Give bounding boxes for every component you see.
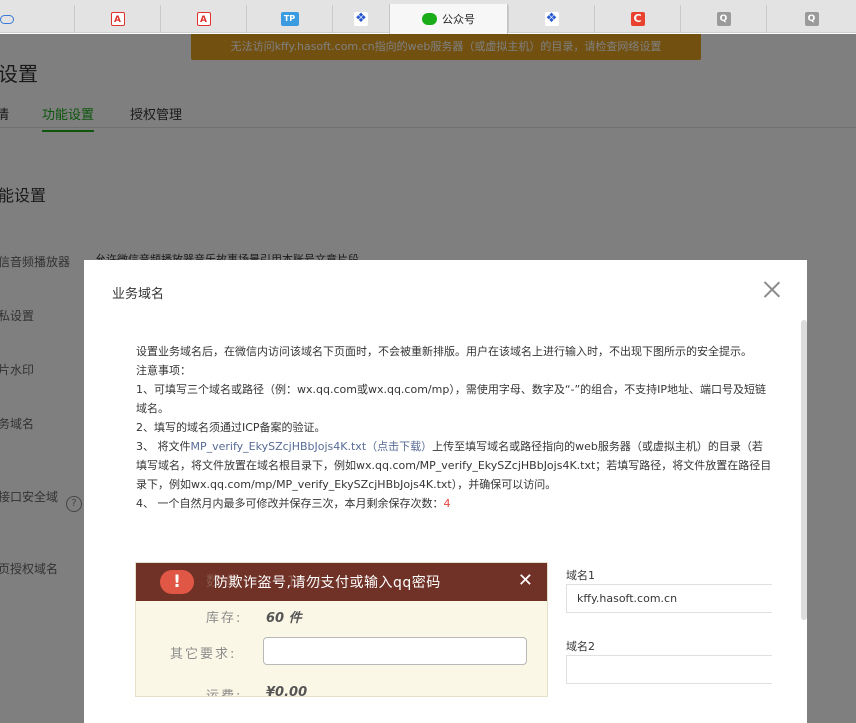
browser-tab[interactable]: A [160,5,246,33]
dialog-title: 业务域名 [112,287,165,302]
browser-tab[interactable]: Q [766,5,856,33]
dialog-scrollbar[interactable] [801,320,807,620]
example-warning-bar: 数量 － 1 ＋ ! 防欺诈盗号,请勿支付或输入qq密码 ✕ [136,563,547,601]
tab-label: 公众号 [442,13,475,26]
note-3: 3、 将文件MP_verify_EkySZcjHBbJojs4K.txt（点击下… [136,437,772,494]
domain-1-label: 域名1 [566,569,595,582]
browser-tab[interactable]: Q [680,5,766,33]
browser-tab[interactable]: C [594,5,680,33]
note-2: 2、填写的域名须通过ICP备案的验证。 [136,421,326,434]
example-warning-text: 防欺诈盗号,请勿支付或输入qq密码 [214,575,441,591]
domain-1-input[interactable]: kffy.hasoft.com.cn [566,584,772,613]
remaining-save-count: 4 [443,497,451,510]
close-icon[interactable] [763,280,781,298]
browser-tab[interactable]: ❖ [508,5,594,33]
example-shipping-label: 运费: [206,689,243,697]
verify-file-download-link[interactable]: MP_verify_EkySZcjHBbJojs4K.txt（点击下载） [191,440,433,453]
example-shipping-value: ¥0.00 [266,685,308,697]
browser-tab[interactable]: A [74,5,160,33]
q-logo-icon: Q [804,12,819,26]
baidu-paw-icon: ❖ [354,11,368,26]
example-stock-value: 60 件 [266,611,302,626]
note-3-prefix: 3、 将文件 [136,440,191,453]
browser-tab[interactable]: ❖ [332,5,389,33]
exclamation-icon: ! [160,570,194,594]
example-other-label: 其它要求: [170,647,237,662]
q-logo-icon: Q [716,12,731,26]
example-stock-label: 库存: [206,611,243,626]
domain-2-label: 域名2 [566,640,595,653]
note-4: 4、 一个自然月内最多可修改并保存三次，本月剩余保存次数：4 [136,494,772,513]
red-logo-icon: A [110,12,125,26]
domain-2-input[interactable] [566,655,772,684]
tp-logo-icon: TP [280,12,299,26]
browser-tab-strip: A A TP ❖ 公众号 ❖ C Q Q [0,0,856,34]
browser-tab[interactable] [0,5,74,33]
cloud-icon [0,14,14,24]
wechat-icon [422,13,437,25]
browser-tab-active[interactable]: 公众号 [389,4,508,34]
example-close-icon: ✕ [517,570,533,591]
red-logo-icon: A [196,12,211,26]
note-1: 1、可填写三个域名或路径（例：wx.qq.com或wx.qq.com/mp），需… [136,383,767,415]
c-logo-icon: C [630,12,645,26]
note-4-prefix: 4、 一个自然月内最多可修改并保存三次，本月剩余保存次数： [136,497,444,510]
example-input-box [263,637,527,665]
intro-text: 设置业务域名后，在微信内访问该域名下页面时，不会被重新排版。用户在该域名上进行输… [136,345,752,358]
baidu-paw-icon: ❖ [544,11,559,26]
business-domain-dialog: 业务域名 设置业务域名后，在微信内访问该域名下页面时，不会被重新排版。用户在该域… [84,260,807,723]
security-prompt-example-image: 数量 － 1 ＋ ! 防欺诈盗号,请勿支付或输入qq密码 ✕ 库存: 60 件 … [135,562,548,697]
browser-tab[interactable]: TP [246,5,332,33]
notes-heading: 注意事项： [136,364,191,377]
dialog-instructions: 设置业务域名后，在微信内访问该域名下页面时，不会被重新排版。用户在该域名上进行输… [136,342,772,513]
